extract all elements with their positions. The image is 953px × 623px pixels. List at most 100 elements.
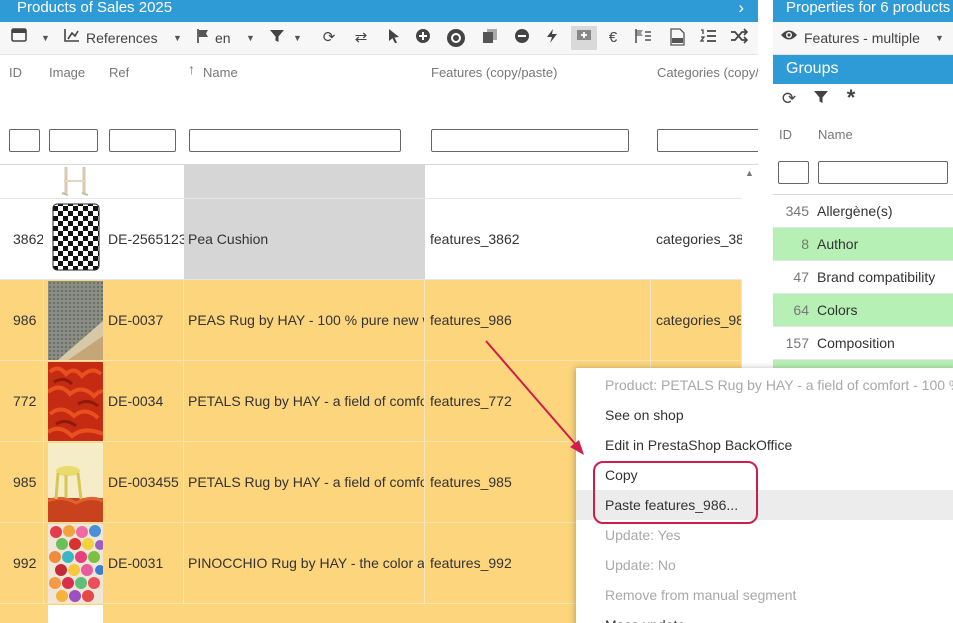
menu-item-mass-update[interactable]: Mass update: [576, 610, 953, 623]
group-name: Composition: [817, 335, 895, 351]
filter-name-input[interactable]: [818, 161, 948, 184]
caret-down-icon[interactable]: ▼: [246, 22, 255, 55]
group-name: Brand compatibility: [817, 269, 936, 285]
column-header-id[interactable]: ID: [9, 65, 22, 80]
remove-circle-icon[interactable]: [512, 28, 532, 48]
panel-title-text: Products of Sales 2025: [17, 0, 173, 16]
groups-header: Groups: [773, 55, 953, 84]
flag-list-icon[interactable]: [633, 28, 653, 48]
name-cell[interactable]: PETALS Rug by HAY - a field of comfo: [184, 361, 425, 441]
add-to-segment-icon[interactable]: [571, 26, 597, 50]
duplicate-icon[interactable]: [480, 28, 500, 48]
name-cell[interactable]: Pea Cushion: [184, 199, 425, 279]
filter-name-input[interactable]: [189, 129, 401, 152]
categories-cell[interactable]: categories_98: [651, 280, 742, 360]
features-cell[interactable]: features_986: [425, 280, 651, 360]
column-header-name[interactable]: Name: [818, 127, 853, 142]
refresh-icon[interactable]: ⟳: [319, 28, 339, 48]
menu-item-product-title: Product: PETALS Rug by HAY - a field of …: [605, 377, 953, 393]
list-item[interactable]: 157 Composition: [773, 327, 953, 360]
filter-ref-input[interactable]: [109, 129, 176, 152]
id-cell: 985: [0, 442, 44, 522]
sync-settings-icon[interactable]: [446, 28, 466, 48]
name-cell[interactable]: PEAS Rug by HAY - 100 % pure new w: [184, 280, 425, 360]
id-cell: 772: [0, 361, 44, 441]
list-item[interactable]: 64 Colors: [773, 294, 953, 327]
list-item[interactable]: 47 Brand compatibility: [773, 261, 953, 294]
asterisk-icon[interactable]: *: [841, 87, 861, 109]
products-panel-title: Products of Sales 2025 ›: [0, 0, 758, 22]
product-thumbnail: [48, 201, 103, 278]
menu-item-update-yes: Update: Yes: [605, 527, 681, 543]
ref-cell: DE-0031: [103, 523, 184, 603]
shuffle-icon[interactable]: [729, 28, 749, 48]
add-circle-icon[interactable]: [413, 28, 433, 48]
filter-icon[interactable]: [811, 89, 831, 109]
filter-id-input[interactable]: [778, 161, 809, 184]
swap-icon[interactable]: ⇄: [351, 28, 371, 48]
list-item[interactable]: 345 Allergène(s): [773, 195, 953, 228]
properties-panel-title: Properties for 6 products: [773, 0, 953, 22]
eye-icon: [779, 28, 799, 48]
cursor-icon[interactable]: [384, 28, 404, 48]
filter-features-input[interactable]: [431, 129, 629, 152]
name-cell[interactable]: PINOCCHIO Rug by HAY - the color a: [184, 523, 425, 603]
bolt-icon[interactable]: [542, 28, 562, 48]
menu-item-edit-backoffice[interactable]: Edit in PrestaShop BackOffice: [576, 430, 953, 460]
group-name: Colors: [817, 302, 858, 318]
flag-icon: [193, 28, 213, 48]
language-dropdown[interactable]: en: [215, 22, 231, 55]
list-item[interactable]: 8 Author: [773, 228, 953, 261]
view-mode-icon[interactable]: [9, 28, 29, 48]
context-menu: Product: PETALS Rug by HAY - a field of …: [576, 368, 953, 623]
menu-item-remove-from-segment: Remove from manual segment: [605, 587, 797, 603]
filter-id-input[interactable]: [9, 129, 40, 152]
product-thumbnail: [48, 605, 103, 623]
menu-item-see-on-shop[interactable]: See on shop: [576, 400, 953, 430]
menu-item-update-no: Update: No: [605, 557, 676, 573]
group-id: 157: [785, 335, 809, 351]
product-thumbnail: [47, 443, 104, 522]
group-id: 345: [785, 203, 809, 219]
product-thumbnail: [48, 524, 105, 603]
csv-export-icon[interactable]: [667, 28, 687, 48]
ref-cell: DE-0034: [103, 361, 184, 441]
refresh-icon[interactable]: ⟳: [779, 89, 799, 109]
product-thumbnail: [48, 281, 103, 360]
filter-icon[interactable]: [267, 28, 287, 48]
caret-down-icon[interactable]: ▼: [935, 22, 944, 55]
sort-ascending-icon[interactable]: ↑: [188, 61, 195, 77]
chevron-right-icon[interactable]: ›: [738, 0, 744, 16]
references-dropdown[interactable]: References: [86, 22, 158, 55]
column-header-id[interactable]: ID: [779, 127, 792, 142]
properties-type-dropdown[interactable]: Features - multiple: [804, 22, 920, 55]
products-grid-header: ID Image Ref ↑ Name Features (copy/paste…: [0, 55, 758, 165]
caret-down-icon[interactable]: ▼: [293, 22, 302, 55]
column-header-name[interactable]: Name: [203, 65, 238, 80]
properties-toolbar: Features - multiple ▼: [773, 22, 953, 55]
euro-icon[interactable]: €: [603, 28, 623, 48]
features-cell[interactable]: features_3862: [430, 199, 651, 279]
group-name: Allergène(s): [817, 203, 893, 219]
group-id: 64: [793, 302, 809, 318]
references-icon: [62, 28, 82, 48]
group-id: 8: [801, 236, 809, 252]
column-header-image[interactable]: Image: [49, 65, 85, 80]
column-header-features[interactable]: Features (copy/paste): [431, 65, 557, 80]
filter-categories-input[interactable]: [657, 129, 758, 152]
scroll-up-icon[interactable]: ▲: [745, 168, 754, 178]
filter-image-input[interactable]: [49, 129, 98, 152]
copy-paste-highlight: [593, 461, 758, 524]
table-row[interactable]: 986 DE-0037 PEAS Rug by HAY - 100 % pure…: [0, 280, 742, 361]
column-header-ref[interactable]: Ref: [109, 65, 129, 80]
name-cell[interactable]: [184, 165, 425, 198]
caret-down-icon[interactable]: ▼: [41, 22, 50, 55]
table-row[interactable]: 3862 DE-2565123 Pea Cushion features_386…: [0, 199, 742, 280]
caret-down-icon[interactable]: ▼: [173, 22, 182, 55]
table-row[interactable]: [0, 165, 742, 199]
id-cell: 3862: [13, 231, 43, 247]
column-header-categories[interactable]: Categories (copy/: [657, 65, 758, 80]
categories-cell[interactable]: categories_38: [656, 199, 742, 279]
name-cell[interactable]: PETALS Rug by HAY - a field of comfo: [184, 442, 425, 522]
ordered-list-icon[interactable]: [698, 28, 718, 48]
